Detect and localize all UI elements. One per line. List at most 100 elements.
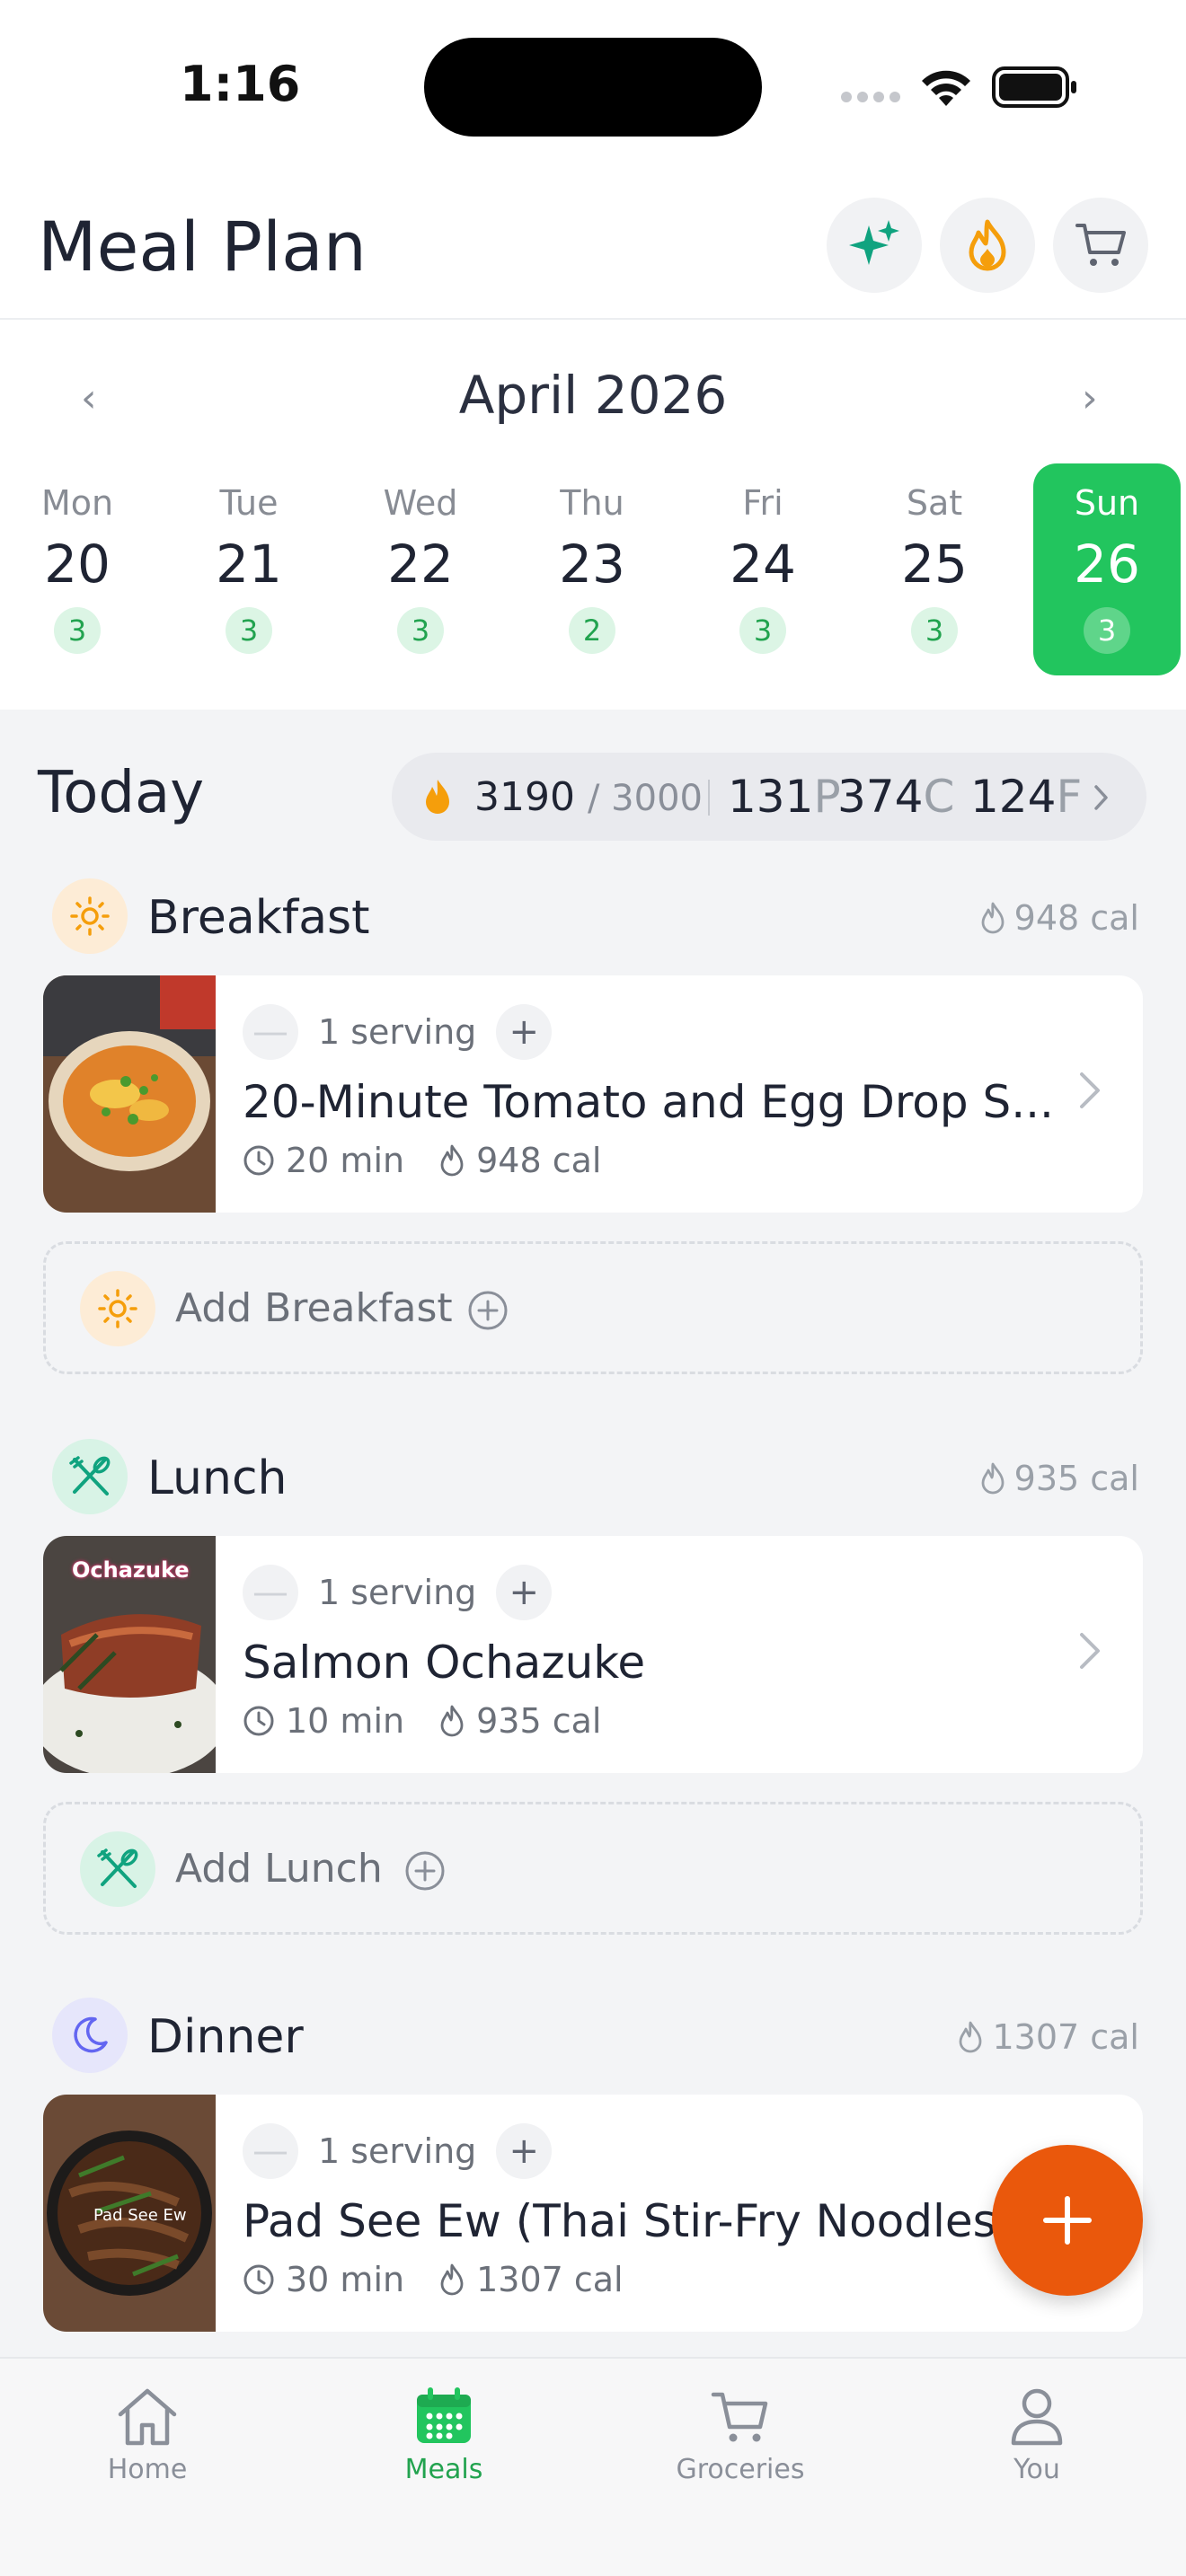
add-breakfast-button[interactable]: Add Breakfast: [43, 1241, 1143, 1374]
protein-stat: 131P: [728, 771, 841, 823]
cart-icon: [711, 2392, 768, 2442]
app-header: Meal Plan: [0, 171, 1186, 320]
decrease-serving-button[interactable]: —: [243, 2123, 298, 2179]
calories-goal: / 3000: [587, 778, 703, 819]
day-thu[interactable]: Thu 23 2: [516, 463, 668, 675]
add-lunch-button[interactable]: Add Lunch: [43, 1802, 1143, 1935]
wifi-icon: [922, 70, 970, 106]
day-sat[interactable]: Sat 25 3: [858, 463, 1011, 675]
increase-serving-button[interactable]: +: [496, 1004, 553, 1060]
tab-groceries[interactable]: Groceries: [642, 2384, 839, 2485]
section-calories-value: 935 cal: [1013, 1459, 1139, 1498]
utensils-icon: [80, 1831, 155, 1907]
cook-time: 20 min: [286, 1141, 405, 1180]
add-meal-fab[interactable]: [992, 2145, 1143, 2296]
tab-you[interactable]: You: [938, 2384, 1136, 2485]
day-name: Wed: [383, 483, 458, 523]
add-meal-label: Add Breakfast: [175, 1285, 453, 1331]
plus-icon: [1043, 2196, 1092, 2245]
meal-card-lunch[interactable]: Ochazuke — 1 serving + Salmon Ochazuke 1…: [43, 1536, 1143, 1773]
carbs-value: 374: [837, 771, 924, 823]
tab-meals[interactable]: Meals: [345, 2384, 543, 2485]
day-number: 26: [1074, 534, 1140, 595]
chevron-right-icon: [1094, 785, 1108, 810]
carbs-unit: C: [923, 771, 955, 823]
section-calories-value: 948 cal: [1013, 898, 1139, 938]
bottom-tab-bar: Home Meals Groceries You: [0, 2357, 1186, 2576]
sun-icon: [52, 878, 128, 954]
serving-label: 1 serving: [318, 1573, 477, 1612]
meal-count-badge: 2: [569, 607, 615, 654]
serving-stepper: — 1 serving +: [243, 1565, 553, 1620]
day-fri[interactable]: Fri 24 3: [686, 463, 839, 675]
decrease-serving-button[interactable]: —: [243, 1565, 298, 1620]
calories-consumed: 3190 / 3000: [474, 774, 703, 820]
status-bar: 1:16: [0, 0, 1186, 171]
day-number: 24: [730, 534, 796, 595]
calories-button[interactable]: [940, 198, 1035, 293]
recipe-meta: 10 min 935 cal: [243, 1701, 601, 1741]
day-wed[interactable]: Wed 22 3: [344, 463, 497, 675]
recipe-name: Salmon Ochazuke: [243, 1636, 646, 1689]
day-name: Sun: [1074, 483, 1140, 523]
day-tue[interactable]: Tue 21 3: [173, 463, 325, 675]
decrease-serving-button[interactable]: —: [243, 1004, 298, 1060]
section-title: Lunch: [147, 1451, 288, 1505]
fat-unit: F: [1056, 771, 1083, 823]
meal-card-breakfast[interactable]: — 1 serving + 20-Minute Tomato and Egg D…: [43, 975, 1143, 1213]
protein-value: 131: [728, 771, 814, 823]
status-time: 1:16: [180, 56, 301, 112]
recipe-name: Pad See Ew (Thai Stir-Fry Noodles): [243, 2195, 1014, 2247]
meal-count-badge: 3: [911, 607, 958, 654]
cart-button[interactable]: [1053, 198, 1148, 293]
carbs-stat: 374C: [837, 771, 954, 823]
tab-label: Groceries: [676, 2454, 805, 2485]
meal-card-dinner[interactable]: Pad See Ew — 1 serving + Pad See Ew (Tha…: [43, 2095, 1143, 2332]
cook-time: 10 min: [286, 1701, 405, 1741]
flame-outline-icon: [440, 2263, 464, 2296]
home-icon: [118, 2388, 177, 2446]
today-heading: Today: [38, 760, 205, 826]
nutrition-summary-pill[interactable]: 3190 / 3000 131P 374C 124F: [392, 753, 1146, 841]
tab-label: Home: [107, 2454, 188, 2485]
tab-label: You: [1013, 2454, 1060, 2485]
divider: [708, 780, 710, 816]
utensils-icon: [52, 1439, 128, 1514]
flame-icon: [426, 780, 449, 814]
section-calories-value: 1307 cal: [992, 2017, 1139, 2057]
day-sun[interactable]: Sun 26 3: [1033, 463, 1181, 675]
meal-count-badge: 3: [1084, 607, 1130, 654]
flame-outline-icon: [440, 1144, 464, 1177]
increase-serving-button[interactable]: +: [496, 2123, 553, 2179]
lunch-section-header: Lunch 935 cal: [52, 1439, 1139, 1516]
dynamic-island: [424, 38, 762, 137]
cart-icon: [1075, 224, 1126, 266]
tab-home[interactable]: Home: [49, 2384, 246, 2485]
next-week-button[interactable]: ›: [1082, 375, 1098, 421]
meal-count-badge: 3: [397, 607, 444, 654]
sparkles-icon: [849, 220, 899, 265]
day-name: Sat: [906, 483, 963, 523]
meal-count-badge: 3: [226, 607, 272, 654]
flame-outline-icon: [981, 1462, 1005, 1495]
serving-label: 1 serving: [318, 2131, 477, 2171]
page-title: Meal Plan: [38, 207, 367, 287]
serving-stepper: — 1 serving +: [243, 1004, 553, 1060]
flame-icon: [969, 219, 1006, 271]
person-icon: [1011, 2388, 1063, 2446]
increase-serving-button[interactable]: +: [496, 1565, 553, 1620]
fat-stat: 124F: [970, 771, 1082, 823]
day-name: Fri: [742, 483, 783, 523]
add-meal-label: Add Lunch: [175, 1846, 383, 1892]
day-mon[interactable]: Mon 20 3: [1, 463, 154, 675]
day-number: 21: [216, 534, 282, 595]
flame-outline-icon: [981, 902, 1005, 934]
ai-suggest-button[interactable]: [827, 198, 922, 293]
thumbnail-caption: Ochazuke: [72, 1557, 190, 1583]
clock-icon: [243, 2264, 274, 2295]
breakfast-section-header: Breakfast 948 cal: [52, 878, 1139, 956]
recipe-meta: 30 min 1307 cal: [243, 2260, 624, 2299]
week-calendar: ‹ April 2026 › Mon 20 3 Tue 21 3 Wed 22 …: [0, 320, 1186, 710]
section-calories: 1307 cal: [958, 2017, 1139, 2057]
signal-icon: [841, 92, 900, 102]
